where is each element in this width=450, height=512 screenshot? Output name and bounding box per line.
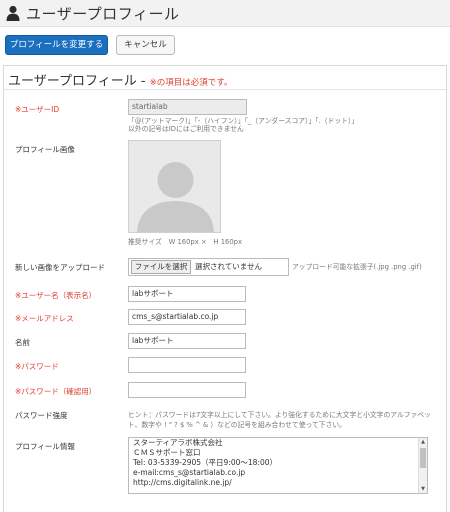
upload-allowed-types: アップロード可能な拡張子(.jpg .png .gif) [292,263,422,271]
password-label: ※パスワード [15,362,59,371]
choose-file-button[interactable]: ファイルを選択 [131,260,191,274]
scroll-up-icon[interactable]: ▲ [420,439,426,445]
profile-info-label: プロフィール情報 [15,442,75,451]
name-label: 名前 [15,338,30,347]
profile-info-textarea[interactable]: スターティアラボ株式会社 ＣＭＳサポート窓口 Tel: 03-5339-2905… [128,437,428,494]
panel-header: ユーザープロフィール - ※の項目は必須です。 [4,66,446,90]
profile-info-line: スターティアラボ株式会社 [133,438,223,447]
scroll-thumb[interactable] [420,448,426,468]
panel-title-text: ユーザープロフィール - [8,74,146,89]
avatar-silhouette-icon [137,162,214,232]
avatar-placeholder [128,140,221,233]
file-status: 選択されていません [195,262,263,271]
file-input[interactable]: ファイルを選択 選択されていません [128,258,289,276]
email-label: ※メールアドレス [15,314,74,323]
password-hint-line1: ヒント：パスワードは7文字以上にして下さい。より強化するために大文字と小文字のア… [128,411,431,419]
page-title: ユーザープロフィール [26,5,180,23]
image-size-hint: 推奨サイズ W 160px × H 160px [128,238,243,246]
password-strength-label: パスワード強度 [15,411,68,420]
password-input[interactable] [128,357,246,373]
profile-info-line: e-mail:cms_s@startialab.co.jp [133,468,246,477]
save-profile-button[interactable]: プロフィールを変更する [5,35,108,55]
user-icon [6,5,20,21]
user-name-input[interactable]: labサポート [128,286,246,302]
user-id-field: startialab [128,99,247,115]
profile-info-line: ＣＭＳサポート窓口 [133,448,201,457]
upload-label: 新しい画像をアップロード [15,263,105,272]
title-bar: ユーザープロフィール [0,0,450,27]
cancel-button[interactable]: キャンセル [116,35,175,55]
user-name-label: ※ユーザー名（表示名） [15,291,97,300]
scroll-down-icon[interactable]: ▼ [420,486,426,492]
required-note: ※の項目は必須です。 [149,78,233,88]
name-input[interactable]: labサポート [128,333,246,349]
panel-title: ユーザープロフィール - ※の項目は必須です。 [8,70,232,89]
profile-info-line: http://cms.digitalink.ne.jp/ [133,478,232,487]
textarea-scrollbar[interactable]: ▲ ▼ [418,438,427,493]
user-id-hint-line2: 以外の記号はIDにはご利用できません [128,125,244,133]
password-hint-line2: ト、数字や ! " ? $ % ^ & ）などの記号を組み合わせて使って下さい。 [128,421,346,429]
email-input[interactable]: cms_s@startialab.co.jp [128,309,246,325]
profile-info-line: Tel: 03-5339-2905（平日9:00～18:00） [133,458,278,467]
profile-image-label: プロフィール画像 [15,145,75,154]
password-confirm-input[interactable] [128,382,246,398]
user-id-label: ※ユーザーID [15,105,60,114]
password-confirm-label: ※パスワード（確認用） [15,387,97,396]
